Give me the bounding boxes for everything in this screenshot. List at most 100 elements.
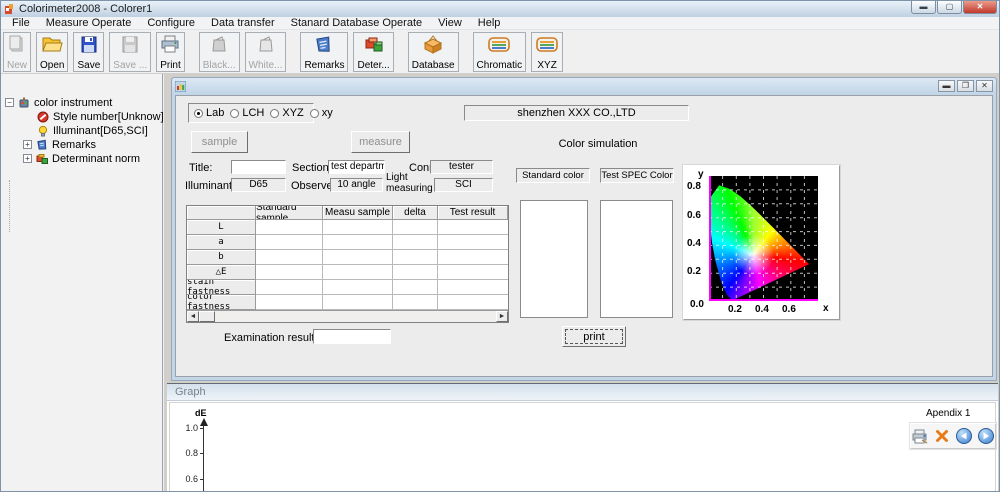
child-window-icon (175, 81, 186, 92)
table-row: △E (187, 265, 508, 280)
printer-icon (160, 34, 180, 56)
xyz-button[interactable]: XYZ (531, 32, 563, 72)
conner-field[interactable]: tester (430, 160, 493, 174)
new-button[interactable]: New (3, 32, 31, 72)
table-cell[interactable] (323, 235, 393, 250)
table-cell[interactable] (393, 250, 438, 265)
sample-button[interactable]: sample (191, 131, 248, 153)
graph-y-tick: 0.8 (176, 448, 198, 458)
menu-item-measure-operate[interactable]: Measure Operate (38, 17, 140, 29)
scroll-left-icon[interactable]: ◄ (187, 311, 199, 322)
tree-item-color-instrument[interactable]: − color instrument (5, 96, 112, 109)
tree-item-determinant-norm[interactable]: + Determinant norm (23, 152, 140, 165)
xyz-button-icon (535, 34, 559, 56)
table-cell[interactable] (393, 220, 438, 235)
table-cell[interactable] (323, 265, 393, 280)
new-document-icon (7, 34, 27, 56)
database-box-icon (422, 34, 444, 56)
table-header-row: Standard sample Measu sample delta Test … (187, 206, 508, 220)
collapse-icon[interactable]: − (5, 98, 14, 107)
graph-y-tick: 0.6 (176, 474, 198, 484)
child-close-button[interactable]: ✕ (976, 80, 993, 92)
horizontal-scrollbar[interactable]: ◄ ► (187, 310, 508, 322)
radio-xyz[interactable]: XYZ (270, 107, 303, 119)
table-cell[interactable] (323, 280, 393, 295)
database-button[interactable]: Database (408, 32, 459, 72)
table-cell[interactable] (438, 280, 508, 295)
row-header-color-fastness: color fastness (187, 295, 256, 310)
graph-plot-area: dE 1.0 0.8 0.6 Apendix 1 (169, 402, 996, 492)
table-cell[interactable] (438, 220, 508, 235)
child-restore-button[interactable]: ❐ (957, 80, 974, 92)
table-row: a (187, 235, 508, 250)
scrollbar-thumb[interactable] (199, 311, 215, 322)
light-measuring-field[interactable]: SCI (434, 178, 493, 192)
determinant-button[interactable]: Deter... (353, 32, 393, 72)
table-cell[interactable] (256, 220, 323, 235)
minimize-button[interactable]: ▬ (911, 1, 936, 14)
scroll-right-icon[interactable]: ► (496, 311, 508, 322)
no-entry-icon (37, 111, 49, 123)
row-header-stain-fastness: stain fastness (187, 280, 256, 295)
radio-lab[interactable]: Lab (194, 107, 224, 119)
table-cell[interactable] (256, 295, 323, 310)
remarks-button[interactable]: Remarks (300, 32, 348, 72)
illuminant-field[interactable]: D65 (231, 178, 286, 192)
observer-field[interactable]: 10 angle (330, 178, 383, 192)
print-graph-icon[interactable] (911, 427, 929, 445)
page-forward-icon[interactable] (977, 427, 995, 445)
examination-result-label: Examination result: (224, 332, 318, 344)
radio-xy[interactable]: xy (310, 107, 333, 119)
section-field[interactable]: test departme (328, 160, 385, 174)
table-cell[interactable] (256, 235, 323, 250)
table-cell[interactable] (256, 280, 323, 295)
chromatic-button[interactable]: Chromatic (473, 32, 527, 72)
table-cell[interactable] (438, 295, 508, 310)
menu-item-configure[interactable]: Configure (139, 17, 203, 29)
white-calibration-button[interactable]: White... (245, 32, 287, 72)
table-cell[interactable] (438, 235, 508, 250)
table-cell[interactable] (323, 250, 393, 265)
chromatic-button-icon (487, 34, 511, 56)
table-cell[interactable] (393, 235, 438, 250)
close-button[interactable]: ✕ (963, 1, 997, 14)
title-field[interactable] (231, 160, 286, 174)
menu-item-file[interactable]: File (4, 17, 38, 29)
radio-dot (194, 109, 203, 118)
scrollbar-track[interactable] (215, 311, 496, 322)
measure-button[interactable]: measure (351, 131, 410, 153)
examination-result-field[interactable] (313, 329, 391, 344)
expand-icon[interactable]: + (23, 154, 32, 163)
table-cell[interactable] (256, 265, 323, 280)
open-button[interactable]: Open (36, 32, 68, 72)
tree-item-illuminant[interactable]: Illuminant[D65,SCI] (37, 124, 148, 137)
table-cell[interactable] (393, 265, 438, 280)
table-cell[interactable] (323, 220, 393, 235)
save-button[interactable]: Save (73, 32, 104, 72)
table-cell[interactable] (438, 265, 508, 280)
tree-item-remarks[interactable]: + Remarks (23, 138, 96, 151)
black-calibration-button[interactable]: Black... (199, 32, 240, 72)
company-name-field[interactable]: shenzhen XXX CO.,LTD (464, 105, 689, 121)
menu-item-help[interactable]: Help (470, 17, 509, 29)
radio-lch[interactable]: LCH (230, 107, 264, 119)
table-cell[interactable] (393, 280, 438, 295)
table-cell[interactable] (393, 295, 438, 310)
page-back-icon[interactable] (955, 427, 973, 445)
menu-item-view[interactable]: View (430, 17, 470, 29)
menu-item-standard-database-operate[interactable]: Stanard Database Operate (283, 17, 430, 29)
delete-cross-icon[interactable] (933, 427, 951, 445)
table-cell[interactable] (438, 250, 508, 265)
menu-item-data-transfer[interactable]: Data transfer (203, 17, 283, 29)
table-cell[interactable] (323, 295, 393, 310)
tree-item-style-number[interactable]: Style number[Unknow] (37, 110, 164, 123)
table-row: color fastness (187, 295, 508, 310)
cie-x-axis-label: x (823, 303, 829, 314)
save-as-button[interactable]: Save ... (109, 32, 151, 72)
print-report-button[interactable]: print (562, 326, 626, 347)
maximize-button[interactable]: ▢ (937, 1, 962, 14)
expand-icon[interactable]: + (23, 140, 32, 149)
table-cell[interactable] (256, 250, 323, 265)
child-minimize-button[interactable]: ▬ (938, 80, 955, 92)
print-button[interactable]: Print (156, 32, 185, 72)
